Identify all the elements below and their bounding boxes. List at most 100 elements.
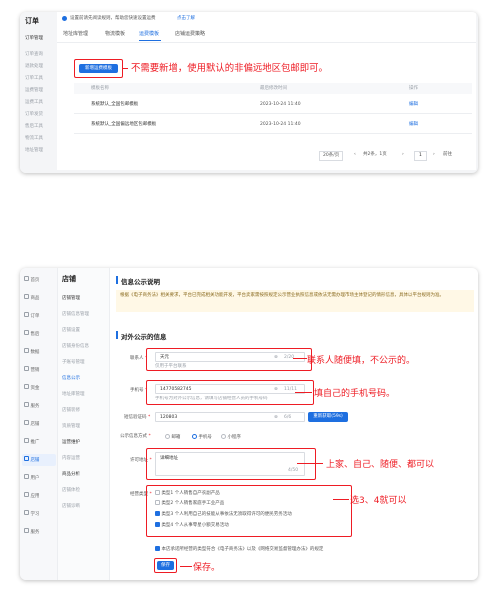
radio-icon <box>165 434 170 439</box>
notice-bar: 设置前请先阅读规则，帮助您快速设置运费 点击了解 <box>57 12 476 26</box>
sub-item[interactable]: 店铺身份信息 <box>62 344 89 350</box>
nav-fund[interactable]: 资金 <box>24 384 39 392</box>
learn-icon <box>24 510 29 515</box>
annotation-text: 不需要新增，使用默认的非偏远地区包邮即可。 <box>131 63 328 74</box>
sub-item[interactable]: 店铺设置 <box>62 328 80 334</box>
sidebar-item[interactable]: 运费管理 <box>25 88 43 94</box>
row-name: 系统默认_全国包邮模板 <box>91 102 139 107</box>
category-option[interactable]: 类型1 个人销售自产农副产品 <box>155 490 220 497</box>
nav-help[interactable]: 服务 <box>24 528 39 536</box>
goto-label: 前往 <box>443 152 452 157</box>
row-edit-link[interactable]: 编辑 <box>409 122 418 128</box>
checkbox-checked-icon <box>155 546 160 551</box>
nav-store[interactable]: 店铺 <box>24 420 39 428</box>
category-option[interactable]: 类型4 个人从事零星小额交易活动 <box>155 522 229 529</box>
sidebar-item[interactable]: 退款处理 <box>25 64 43 70</box>
sidebar-item[interactable]: 订单查询 <box>25 52 43 58</box>
nav-service[interactable]: 服务 <box>24 402 39 410</box>
phone-input[interactable]: 14770582745 ⊗ 11/11 <box>155 384 305 394</box>
nav-user[interactable]: 用户 <box>24 474 39 482</box>
verify-input[interactable]: 120803 ⊗ 6/6 <box>155 412 305 422</box>
sidebar-group[interactable]: 订单管理 <box>25 36 43 42</box>
annotation-phone: 填自己的手机号码。 <box>314 389 396 399</box>
user-icon <box>24 474 29 479</box>
more-icon <box>24 438 29 443</box>
category-option[interactable]: 类型3 个人利用自己的技能从事依法无须取得许可的便民劳务活动 <box>155 511 292 518</box>
annotation-arrow <box>297 463 323 465</box>
clear-icon[interactable]: ⊗ <box>274 415 278 421</box>
sub-group[interactable]: 店铺管理 <box>62 296 80 302</box>
tab-shipping-template[interactable]: 运费模板 <box>139 31 159 38</box>
option-phone[interactable]: 手机号 <box>192 434 212 441</box>
contact-hint: 仅用于平台联系 <box>155 364 187 369</box>
page-size-select[interactable]: 20条/页 <box>319 151 344 161</box>
row-time: 2023-10-24 11:40 <box>260 102 301 107</box>
row-name: 系统默认_全国偏远地区包邮模板 <box>91 122 157 127</box>
nav-home[interactable]: 首页 <box>24 276 39 284</box>
contact-input[interactable]: 天元 ⊗ 2/20 <box>155 352 305 362</box>
tab-logistics[interactable]: 物流模板 <box>105 31 125 38</box>
nav-marketing[interactable]: 营销 <box>24 366 39 374</box>
col-action: 操作 <box>409 86 418 91</box>
nav-learn[interactable]: 学习 <box>24 510 39 518</box>
tab-address[interactable]: 地址库管理 <box>63 31 88 38</box>
sidebar-item[interactable]: 订单工具 <box>25 76 43 82</box>
option-email[interactable]: 邮箱 <box>165 434 180 441</box>
nav-order[interactable]: 订单 <box>24 312 39 320</box>
resend-code-button[interactable]: 重新获取(59s) <box>308 412 348 422</box>
goods-icon <box>24 294 29 299</box>
next-icon[interactable]: › <box>433 152 435 158</box>
nav-promo[interactable]: 推广 <box>24 438 39 446</box>
sub-item[interactable]: 地址库管理 <box>62 392 85 398</box>
row-divider <box>74 113 472 114</box>
sub-group[interactable]: 运营维护 <box>62 440 80 446</box>
page-next-icon[interactable]: › <box>402 152 404 158</box>
sub-group[interactable]: 商品分析 <box>62 472 80 478</box>
sub-item[interactable]: 店铺诊断 <box>62 504 80 510</box>
nav-shop-active[interactable]: 店铺 <box>24 456 39 464</box>
license-textarea[interactable]: 详细地址 4/50 <box>155 452 305 476</box>
notice-link[interactable]: 点击了解 <box>177 16 195 22</box>
sidebar-item[interactable]: 订单发货 <box>25 112 43 118</box>
sidebar-item[interactable]: 售后工具 <box>25 124 43 130</box>
nav-aftersale[interactable]: 售后 <box>24 330 39 338</box>
category-option[interactable]: 类型2 个人销售家庭手工业产品 <box>155 500 224 507</box>
clear-icon[interactable]: ⊗ <box>274 355 278 361</box>
row-divider <box>74 133 472 134</box>
shipping-template-panel: 订单 订单管理 订单查询 退款处理 订单工具 运费管理 运费工具 订单发货 售后… <box>20 12 478 173</box>
sub-item[interactable]: 店铺信息管理 <box>62 312 89 318</box>
page-prev-icon[interactable]: ‹ <box>354 152 356 158</box>
sidebar-item[interactable]: 运费工具 <box>25 100 43 106</box>
checkbox-icon <box>155 500 160 505</box>
nav-data[interactable]: 数据 <box>24 348 39 356</box>
add-template-button[interactable]: 新增运费模板 <box>79 64 118 73</box>
section-marker <box>116 331 118 339</box>
col-time: 最后修改时间 <box>260 86 287 91</box>
fund-icon <box>24 384 29 389</box>
tab-shop-policy[interactable]: 店铺运费策略 <box>175 31 205 38</box>
clear-icon[interactable]: ⊗ <box>274 387 278 393</box>
nav-goods[interactable]: 商品 <box>24 294 39 302</box>
option-miniapp[interactable]: 小程序 <box>221 434 241 441</box>
sub-item[interactable]: 子账号管理 <box>62 360 85 366</box>
section-title: 对外公示的信息 <box>121 333 167 341</box>
page-input[interactable]: 1 <box>414 151 427 161</box>
sidebar-item[interactable]: 物流工具 <box>25 136 43 142</box>
sidebar-item[interactable]: 地址管理 <box>25 148 43 154</box>
annotation-arrow <box>295 392 312 394</box>
sub-item-active[interactable]: 信息公示 <box>62 376 80 382</box>
sub-item[interactable]: 内容运营 <box>62 456 80 462</box>
save-button[interactable]: 保存 <box>157 561 174 570</box>
row-edit-link[interactable]: 编辑 <box>409 102 418 108</box>
sub-item[interactable]: 店铺装修 <box>62 408 80 414</box>
sub-item[interactable]: 店铺体检 <box>62 488 80 494</box>
nav-app[interactable]: 应用 <box>24 492 39 500</box>
verify-label: 短信验证码 * <box>124 415 151 420</box>
marketing-icon <box>24 366 29 371</box>
radio-checked-icon <box>192 434 197 439</box>
notice-box: 根据《电子商务法》相关要求，平台已完成相关功能开发，平台卖家需按照规定公示营业执… <box>116 290 474 312</box>
help-icon <box>24 528 29 533</box>
sub-item[interactable]: 资质管理 <box>62 424 80 430</box>
notice-text: 设置前请先阅读规则，帮助您快速设置运费 <box>70 16 156 21</box>
agreement-checkbox[interactable]: 本店承诺所经营的类型符合《电子商务法》以及《网络交易监督管理办法》的规定 <box>155 546 323 553</box>
